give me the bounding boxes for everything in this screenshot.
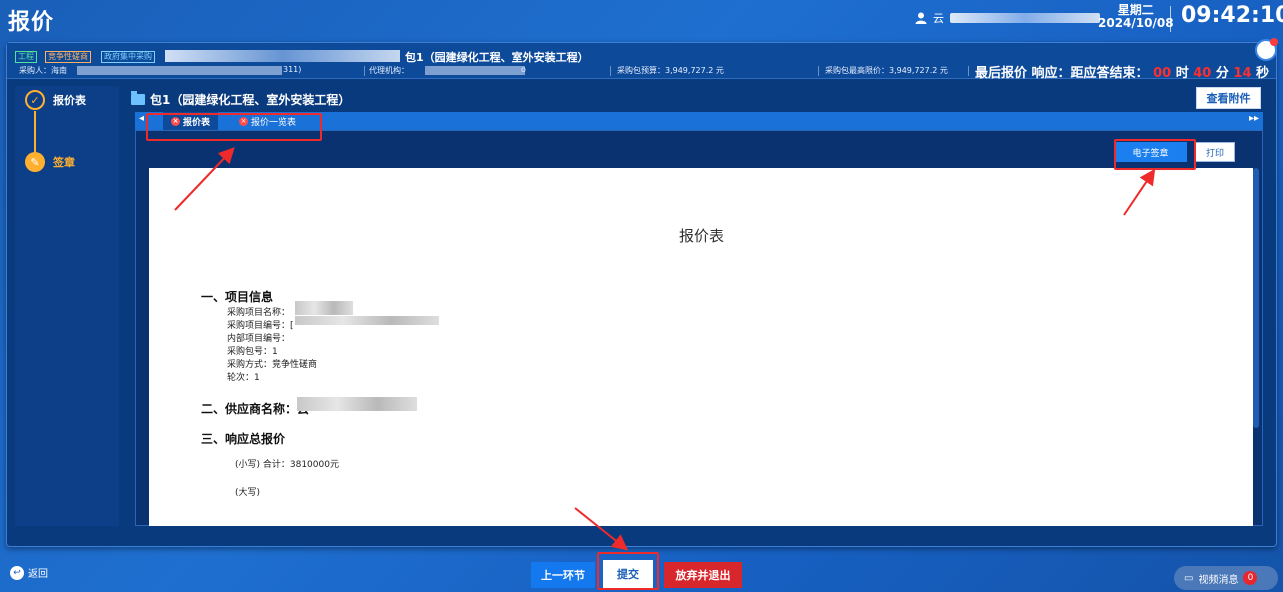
buyer-tail: 311) [283, 65, 302, 74]
notification-badge [1270, 38, 1278, 46]
step-signature[interactable]: ✎ 签章 [25, 152, 75, 172]
step-label: 报价表 [53, 94, 86, 107]
tab-scroll-left-icon[interactable]: ◂ [139, 113, 144, 124]
countdown-prefix: 最后报价 响应：距应答结束： [975, 66, 1149, 81]
section-project-info: 一、项目信息 [201, 290, 274, 304]
highlight-tabs [146, 113, 322, 141]
section-total-quote: 三、响应总报价 [201, 432, 286, 446]
folder-icon [131, 91, 145, 105]
field-procurement-method: 采购方式：竞争性磋商 [227, 360, 318, 370]
agency-redacted [425, 66, 525, 75]
app-title: 报价 [8, 10, 55, 35]
back-label: 返回 [28, 569, 48, 580]
countdown-hours: 00 [1153, 66, 1172, 81]
submit-button[interactable]: 提交 [603, 560, 653, 588]
document-page: 报价表 一、项目信息 采购项目名称： 采购项目编号：[ 内部项目编号： 采购包号… [149, 168, 1253, 526]
divider [364, 66, 365, 76]
date-display: 星期二 2024/10/08 [1098, 4, 1174, 30]
abandon-exit-button[interactable]: 放弃并退出 [664, 562, 742, 588]
video-count-badge: 0 [1243, 571, 1258, 585]
video-message-button[interactable]: ▭ 视频消息 0 [1174, 566, 1278, 590]
redacted-supplier [297, 397, 417, 411]
previous-step-button[interactable]: 上一环节 [531, 562, 595, 588]
project-title: 包1（园建绿化工程、室外安装工程） [405, 51, 589, 64]
package-title: 包1（园建绿化工程、室外安装工程） [131, 91, 350, 108]
pencil-icon: ✎ [25, 152, 45, 172]
print-button[interactable]: 打印 [1195, 142, 1235, 162]
minutes-unit: 分 [1215, 66, 1229, 81]
view-attachments-button[interactable]: 查看附件 [1196, 87, 1261, 109]
countdown-seconds: 14 [1233, 66, 1252, 81]
date: 2024/10/08 [1098, 16, 1174, 30]
redacted-number [295, 316, 439, 325]
tag-project-type: 工程 [15, 51, 37, 63]
top-bar: 报价 云 星期二 2024/10/08 09:42:10 [0, 0, 1283, 36]
document-title: 报价表 [679, 227, 725, 245]
divider [968, 66, 969, 76]
user-initial: 云 [933, 12, 944, 25]
agency-label: 代理机构： [369, 66, 409, 75]
amount-uppercase: (大写) [235, 488, 261, 498]
amount-lowercase: (小写) 合计：3810000元 [235, 460, 339, 470]
assistant-icon[interactable] [1255, 38, 1278, 61]
field-project-name: 采购项目名称： [227, 308, 291, 318]
user-name-redacted [950, 13, 1100, 23]
content-area: 包1（园建绿化工程、室外安装工程） 查看附件 ◂ × 报价表 × 报价一览表 ▸… [123, 86, 1271, 526]
field-project-number: 采购项目编号：[ [227, 321, 294, 331]
max-price: 采购包最高限价：3,949,727.2 元 [825, 66, 948, 75]
section-supplier-name: 二、供应商名称：云 [201, 402, 310, 416]
divider [818, 66, 819, 76]
redacted-name [295, 301, 353, 315]
buyer-label: 采购人：海南 [19, 66, 67, 75]
project-info-bar: 工程 竞争性磋商 政府集中采购 包1（园建绿化工程、室外安装工程） 采购人：海南… [7, 38, 1278, 81]
highlight-esign [1114, 139, 1196, 170]
field-package-number: 采购包号：1 [227, 347, 278, 357]
user-icon [915, 12, 927, 24]
video-icon: ▭ [1184, 572, 1194, 584]
document-scrollbar[interactable] [1253, 168, 1259, 428]
video-msg-label: 视频消息 [1198, 574, 1239, 586]
seconds-unit: 秒 [1256, 66, 1270, 81]
buyer-redacted [77, 66, 282, 75]
user-info[interactable]: 云 [915, 10, 1100, 26]
project-name-redacted [165, 50, 400, 62]
back-link[interactable]: ↩ 返回 [10, 565, 48, 580]
header-divider [1170, 6, 1171, 32]
package-budget: 采购包预算：3,949,727.2 元 [617, 66, 724, 75]
tag-procurement-method: 竞争性磋商 [45, 51, 91, 63]
tag-procurement-org: 政府集中采购 [101, 51, 155, 63]
clock: 09:42:10 [1181, 3, 1283, 28]
step-label: 签章 [53, 156, 75, 169]
check-icon: ✓ [25, 90, 45, 110]
countdown-timer: 最后报价 响应：距应答结束： 00 时 40 分 14 秒 [975, 62, 1269, 81]
countdown-minutes: 40 [1193, 66, 1212, 81]
tab-scroll-right-icon[interactable]: ▸▸ [1249, 113, 1259, 124]
package-title-text: 包1（园建绿化工程、室外安装工程） [150, 93, 351, 107]
step-sidebar: ✓ 报价表 ✎ 签章 [15, 86, 119, 526]
step-quote-table[interactable]: ✓ 报价表 [25, 90, 86, 110]
hours-unit: 时 [1175, 66, 1189, 81]
divider [610, 66, 611, 76]
field-internal-number: 内部项目编号： [227, 334, 291, 344]
agency-tail: o [521, 65, 526, 74]
back-arrow-icon: ↩ [10, 565, 24, 580]
step-connector [34, 111, 36, 155]
field-round: 轮次：1 [227, 373, 260, 383]
